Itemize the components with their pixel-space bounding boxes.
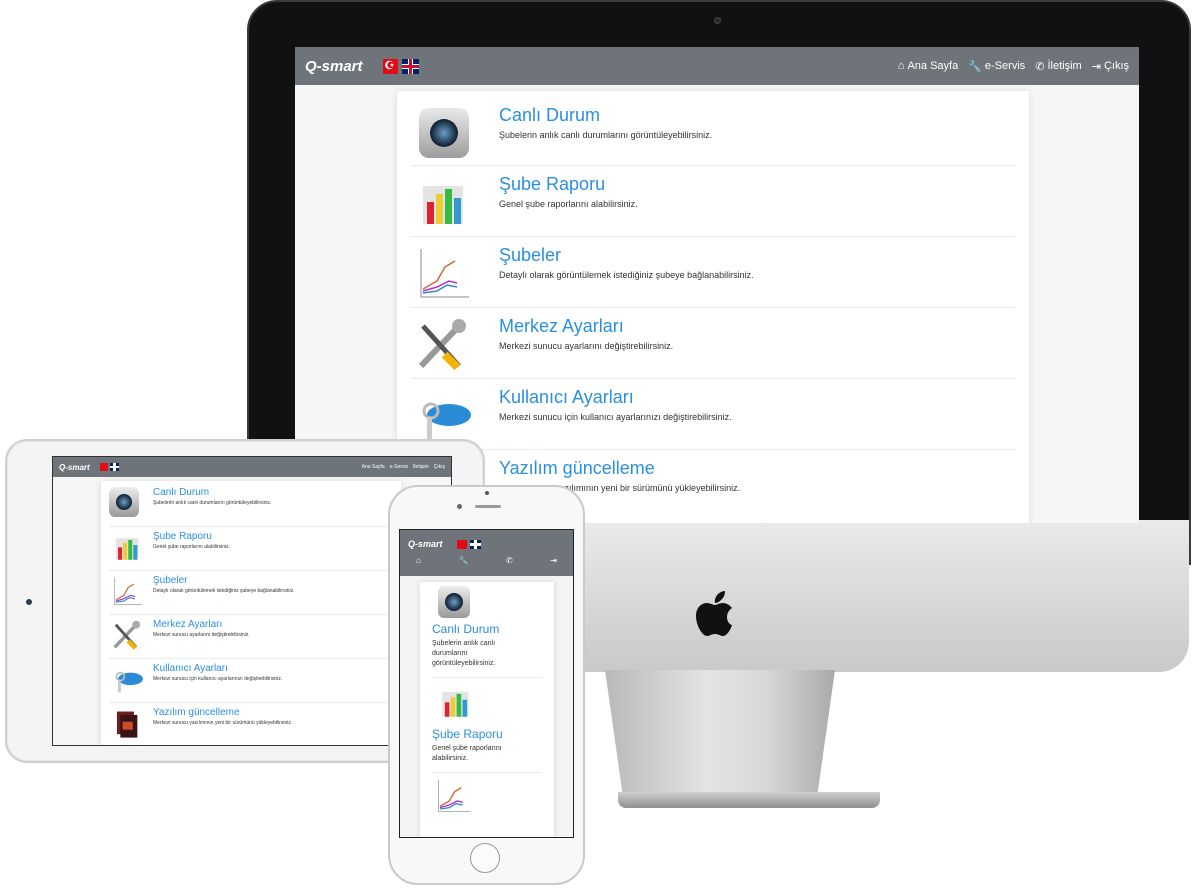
ipad-brand-logo[interactable]: Q-smart <box>59 463 90 472</box>
ipad-turkish-flag-icon[interactable] <box>99 463 108 471</box>
imac-stand <box>605 670 835 800</box>
ipad-bar-chart-icon <box>109 531 143 563</box>
iphone-logout-icon[interactable]: ⇥ <box>550 556 557 565</box>
line-chart-icon <box>411 245 471 305</box>
menu-panel: Canlı Durum Şubelerin anlık canlı durumla… <box>397 91 1029 523</box>
nav-contact-link[interactable]: ✆ İletişim <box>1035 60 1081 73</box>
ipad-nav-service-link[interactable]: e-Servis <box>390 464 408 470</box>
menu-item-user-settings[interactable]: Kullanıcı Ayarları Merkezi sunucu için ku… <box>411 379 1015 450</box>
turkish-flag-icon[interactable]: ☪ <box>382 58 398 74</box>
menu-item-live-status[interactable]: Canlı Durum Şubelerin anlık canlı durumla… <box>411 95 1015 166</box>
iphone-brand-logo[interactable]: Q-smart <box>408 539 443 549</box>
iphone-speaker <box>475 505 501 508</box>
phone-icon: ✆ <box>1035 60 1045 73</box>
iphone-menu-item-live-status[interactable]: Canlı Durum Şubelerin anlık canlı duruml… <box>432 586 542 678</box>
iphone-menu-item-branches[interactable] <box>432 773 542 822</box>
ipad-tools-icon <box>109 619 143 653</box>
nav-service-link[interactable]: 🔧 e-Servis <box>968 60 1025 73</box>
wrench-icon: 🔧 <box>968 60 982 73</box>
iphone-sensor <box>485 491 489 495</box>
ipad-nav-contact-link[interactable]: İletişim <box>413 464 429 470</box>
menu-item-center-settings[interactable]: Merkez Ayarları Merkezi sunucu ayarlarını… <box>411 308 1015 379</box>
home-icon: ⌂ <box>897 60 905 72</box>
logout-icon: ⇥ <box>1091 60 1101 73</box>
iphone-camera <box>457 504 462 509</box>
iphone-line-chart-icon <box>438 779 471 812</box>
iphone-uk-flag-icon[interactable] <box>469 539 481 549</box>
uk-flag-icon[interactable] <box>401 58 419 74</box>
device-mockup-stage: Q-smart ☪ ⌂ Ana Sayfa 🔧 e-Servis ✆ İletişim… <box>0 0 1192 888</box>
ipad-home-button <box>26 599 32 605</box>
menu-item-branch-report[interactable]: Şube Raporu Genel şube raporlarını alabil… <box>411 166 1015 237</box>
camera-icon <box>411 105 471 160</box>
iphone-home-icon[interactable]: ⌂ <box>416 556 421 565</box>
iphone-turkish-flag-icon[interactable] <box>456 539 467 549</box>
brand-logo[interactable]: Q-smart <box>305 58 363 75</box>
ipad-menu-item-user-settings[interactable]: Kullanıcı Ayarları Merkezi sunucu için ku… <box>109 659 393 703</box>
iphone-bar-chart-icon <box>442 691 469 717</box>
bar-chart-icon <box>411 174 471 229</box>
imac-base <box>618 792 880 808</box>
iphone-phone-icon[interactable]: ✆ <box>506 556 513 565</box>
imac-camera <box>714 17 721 24</box>
ipad-menu-item-branches[interactable]: Şubeler Detaylı olarak görüntülemek isted… <box>109 571 393 615</box>
ipad-menu-item-software-update[interactable]: Yazılım güncelleme Merkezi sunucu yazılım… <box>109 703 393 745</box>
ipad-menu-panel: Canlı Durum Şubelerin anlık canlı durumla… <box>101 481 401 745</box>
iphone-home-button <box>470 843 500 873</box>
ipad-uk-flag-icon[interactable] <box>109 463 119 471</box>
menu-item-branches[interactable]: Şubeler Detaylı olarak görüntülemek isted… <box>411 237 1015 308</box>
ipad-camera-icon <box>109 487 143 519</box>
apple-logo-icon <box>696 591 732 636</box>
ipad-software-box-icon <box>109 707 143 741</box>
ipad-nav-home-link[interactable]: Ana Sayfa <box>362 464 385 470</box>
ipad-navbar: Q-smart Ana Sayfa e-Servis İletişim Çıkı… <box>53 457 451 477</box>
nav-home-link[interactable]: ⌂ Ana Sayfa <box>898 60 958 72</box>
keys-icon <box>411 387 471 447</box>
ipad-nav-logout-link[interactable]: Çıkış <box>434 464 445 470</box>
iphone-navbar: Q-smart ⌂ 🔧 ✆ ⇥ <box>400 530 573 576</box>
ipad-menu-item-branch-report[interactable]: Şube Raporu Genel şube raporlarını alabil… <box>109 527 393 571</box>
tools-icon <box>411 316 471 376</box>
iphone-menu-panel: Canlı Durum Şubelerin anlık canlı duruml… <box>420 582 554 837</box>
iphone-wrench-icon[interactable]: 🔧 <box>458 556 468 565</box>
ipad-keys-icon <box>109 663 143 697</box>
iphone-menu-item-branch-report[interactable]: Şube Raporu Genel şube raporlarını alabi… <box>432 678 542 773</box>
iphone-screen: Q-smart ⌂ 🔧 ✆ ⇥ Canlı Durum Şubelerin an… <box>399 529 574 838</box>
ipad-line-chart-icon <box>109 575 143 609</box>
nav-logout-link[interactable]: ⇥ Çıkış <box>1092 60 1129 73</box>
navbar: Q-smart ☪ ⌂ Ana Sayfa 🔧 e-Servis ✆ İletişim… <box>295 47 1139 85</box>
ipad-menu-item-live-status[interactable]: Canlı Durum Şubelerin anlık canlı durumla… <box>109 483 393 527</box>
iphone-camera-icon <box>438 586 470 618</box>
ipad-menu-item-center-settings[interactable]: Merkez Ayarları Merkezi sunucu ayarlarını… <box>109 615 393 659</box>
